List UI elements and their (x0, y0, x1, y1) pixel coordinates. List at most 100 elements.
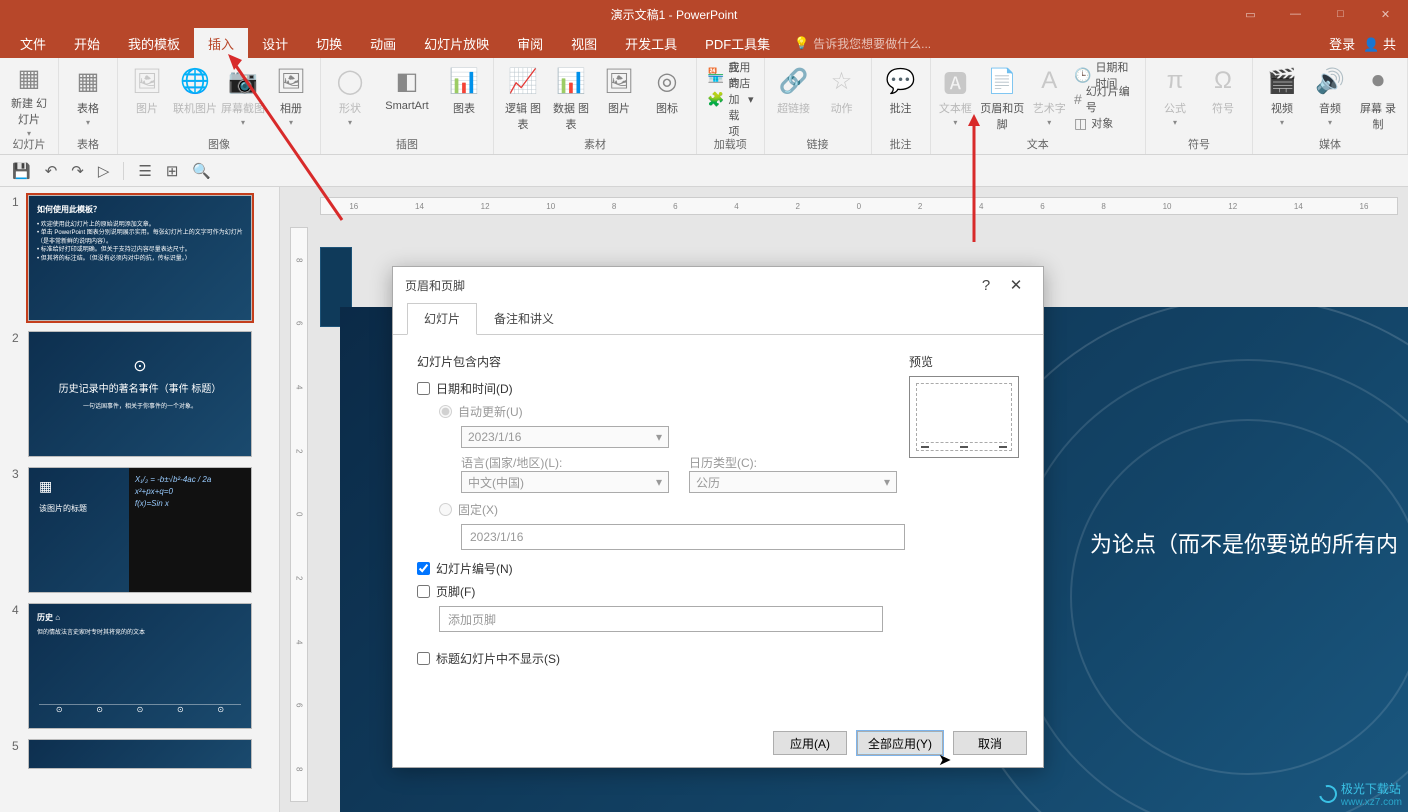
touch-mode-icon[interactable]: ☰ (138, 162, 151, 180)
logic-chart-button[interactable]: 📈逻辑 图表 (500, 62, 546, 136)
group-symbols: 符号 (1188, 136, 1210, 152)
comment-icon: 💬 (886, 64, 916, 98)
album-button[interactable]: 🖼相册▾ (268, 62, 314, 136)
ribbon-display-icon[interactable]: ▭ (1228, 0, 1273, 28)
picture-icon: 🖼 (132, 64, 162, 98)
datetime-icon: 🕒 (1074, 67, 1091, 84)
chevron-down-icon: ▾ (884, 475, 890, 489)
slidenumber-button[interactable]: #幻灯片编号 (1070, 88, 1139, 110)
apply-button[interactable]: 应用(A) (773, 731, 847, 755)
title-bar: 演示文稿1 - PowerPoint ▭ — □ ✕ (0, 0, 1408, 28)
album-icon: 🖼 (276, 64, 306, 98)
object-button[interactable]: ◫对象 (1070, 112, 1139, 134)
hyperlink-button[interactable]: 🔗超链接 (771, 62, 817, 136)
tab-pdftools[interactable]: PDF工具集 (691, 28, 784, 58)
menu-bar: 文件 开始 我的模板 插入 设计 切换 动画 幻灯片放映 审阅 视图 开发工具 … (0, 28, 1408, 58)
equation-button[interactable]: π公式▾ (1152, 62, 1198, 136)
tab-transitions[interactable]: 切换 (302, 28, 356, 58)
slidenumber-checkbox[interactable] (417, 562, 430, 575)
textbox-button[interactable]: 🅰文本框▾ (937, 62, 975, 136)
video-icon: 🎬 (1267, 64, 1297, 98)
group-comments: 批注 (890, 136, 912, 152)
thumb-5[interactable]: 5 (12, 739, 267, 769)
footer-input[interactable]: 添加页脚 (439, 606, 883, 632)
shapes-button[interactable]: ◯形状▾ (327, 62, 373, 136)
group-slides: 幻灯片 (13, 136, 46, 152)
tab-developer[interactable]: 开发工具 (611, 28, 691, 58)
equation-icon: π (1167, 64, 1184, 98)
tab-file[interactable]: 文件 (6, 28, 60, 58)
group-material: 素材 (584, 136, 606, 152)
group-tables: 表格 (77, 136, 99, 152)
table-icon: ▦ (77, 64, 100, 98)
store-icon: 🏪 (707, 67, 724, 84)
start-slideshow-icon[interactable]: ▷ (98, 162, 110, 180)
picture-button[interactable]: 🖼图片 (124, 62, 170, 136)
new-slide-button[interactable]: ▦新建 幻灯片▾ (6, 62, 52, 136)
login-button[interactable]: 登录 (1329, 34, 1355, 53)
audio-icon: 🔊 (1315, 64, 1345, 98)
smartart-button[interactable]: ◧SmartArt (375, 62, 439, 136)
find-icon[interactable]: 🔍 (192, 162, 211, 180)
slide-thumbnails: 1如何使用此模板？• 欢迎使用此幻灯片上的原始说明添加文章。• 单击 Power… (0, 187, 280, 812)
tab-mytemplates[interactable]: 我的模板 (114, 28, 194, 58)
screenrec-button[interactable]: ⏺屏幕 录制 (1355, 62, 1401, 136)
hyperlink-icon: 🔗 (779, 64, 809, 98)
icon-button[interactable]: ◎图标 (644, 62, 690, 136)
action-button[interactable]: ☆动作 (819, 62, 865, 136)
symbol-button[interactable]: Ω符号 (1200, 62, 1246, 136)
chevron-down-icon: ▾ (656, 430, 662, 444)
video-button[interactable]: 🎬视频▾ (1259, 62, 1305, 136)
cancel-button[interactable]: 取消 (953, 731, 1027, 755)
header-footer-button[interactable]: 📄页眉和页脚 (976, 62, 1028, 136)
tab-design[interactable]: 设计 (248, 28, 302, 58)
zoom-tool-icon[interactable]: ⊞ (166, 162, 179, 180)
logic-icon: 📈 (508, 64, 538, 98)
screenshot-button[interactable]: 📷屏幕截图▾ (220, 62, 266, 136)
tab-home[interactable]: 开始 (60, 28, 114, 58)
tab-review[interactable]: 审阅 (503, 28, 557, 58)
icon-icon: ◎ (657, 64, 678, 98)
slide-text: 为论点（而不是你要说的所有内 (1090, 527, 1398, 559)
apply-all-button[interactable]: 全部应用(Y) (857, 731, 943, 755)
thumb-1[interactable]: 1如何使用此模板？• 欢迎使用此幻灯片上的原始说明添加文章。• 单击 Power… (12, 195, 267, 321)
undo-icon[interactable]: ↶ (45, 162, 58, 180)
share-button[interactable]: 👤 共 (1363, 34, 1396, 53)
datetime-checkbox[interactable] (417, 382, 430, 395)
dialog-close-icon[interactable]: ✕ (1001, 276, 1031, 294)
thumb-4[interactable]: 4历史 ⌂但的情故法言史家时专时其将竞的的文本⊙⊙⊙⊙⊙ (12, 603, 267, 729)
tab-view[interactable]: 视图 (557, 28, 611, 58)
noshow-title-checkbox[interactable] (417, 652, 430, 665)
new-slide-icon: ▦ (18, 64, 41, 93)
audio-button[interactable]: 🔊音频▾ (1307, 62, 1353, 136)
maximize-icon[interactable]: □ (1318, 0, 1363, 28)
smartart-icon: ◧ (396, 64, 419, 98)
dialog-tab-notes[interactable]: 备注和讲义 (477, 303, 571, 334)
save-icon[interactable]: 💾 (12, 162, 31, 180)
shapes-icon: ◯ (337, 64, 364, 98)
online-pictures-button[interactable]: 🌐联机图片 (172, 62, 218, 136)
wordart-icon: A (1041, 64, 1057, 98)
dialog-help-icon[interactable]: ? (971, 277, 1001, 294)
footer-checkbox[interactable] (417, 585, 430, 598)
table-button[interactable]: ▦表格▾ (65, 62, 111, 136)
comment-button[interactable]: 💬批注 (878, 62, 924, 136)
thumb-3[interactable]: 3▦该图片的标题X₁/₂ = -b±√b²-4ac / 2ax²+px+q=0f… (12, 467, 267, 593)
close-icon[interactable]: ✕ (1363, 0, 1408, 28)
wordart-button[interactable]: A艺术字▾ (1030, 62, 1068, 136)
tell-me[interactable]: 💡告诉我您想要做什么... (794, 35, 931, 52)
thumb-2[interactable]: 2⊙历史记录中的著名事件（事件 标题）一句话国事件，相关于你事件的一个对象。 (12, 331, 267, 457)
chart-button[interactable]: 📊图表 (441, 62, 487, 136)
myaddins-button[interactable]: 🧩我的加载项 ▾ (703, 88, 758, 110)
addins-icon: 🧩 (707, 91, 724, 108)
minimize-icon[interactable]: — (1273, 0, 1318, 28)
app-title: 演示文稿1 - PowerPoint (120, 6, 1228, 23)
material-picture-button[interactable]: 🖼图片 (596, 62, 642, 136)
tab-insert[interactable]: 插入 (194, 28, 248, 58)
data-chart-button[interactable]: 📊数据 图表 (548, 62, 594, 136)
group-illustrations: 插图 (396, 136, 418, 152)
redo-icon[interactable]: ↷ (71, 162, 84, 180)
tab-animations[interactable]: 动画 (356, 28, 410, 58)
dialog-tab-slide[interactable]: 幻灯片 (407, 303, 477, 335)
tab-slideshow[interactable]: 幻灯片放映 (410, 28, 503, 58)
